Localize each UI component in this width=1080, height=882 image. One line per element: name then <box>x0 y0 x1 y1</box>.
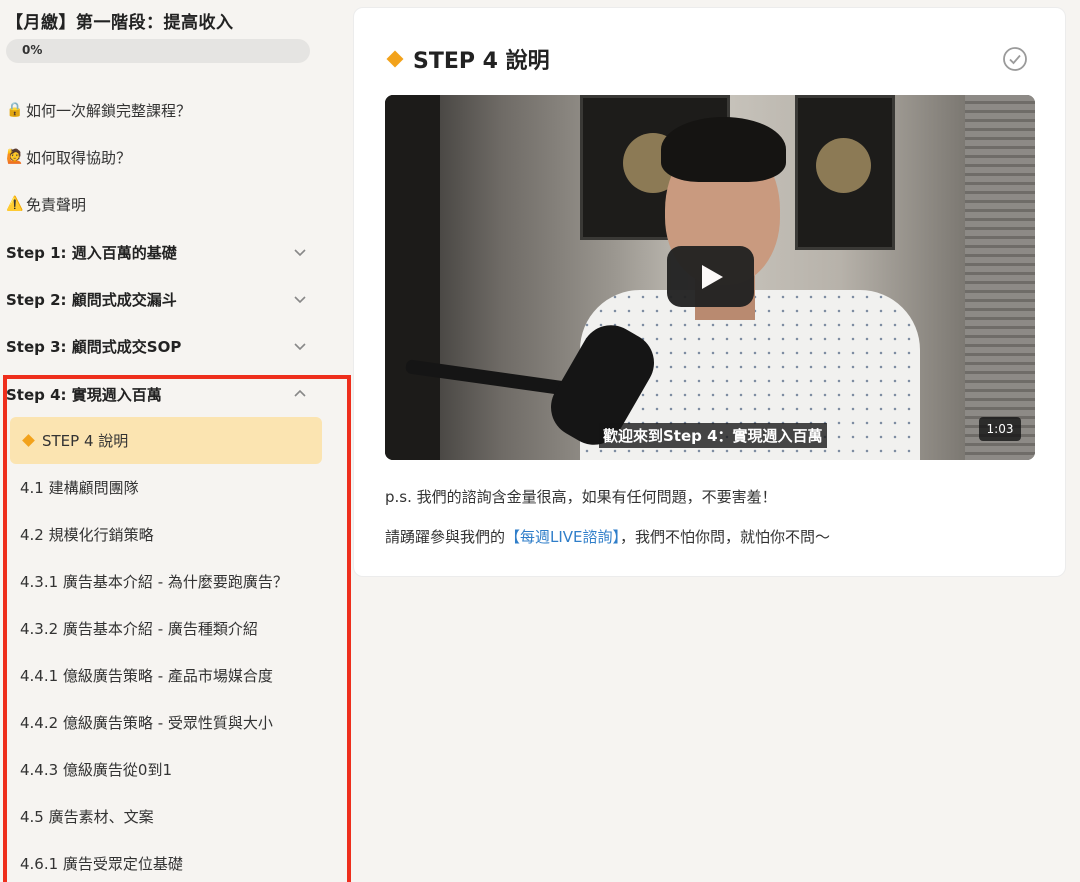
lesson-label: 4.2 規模化行銷策略 <box>20 526 154 544</box>
get-help-label: 如何取得協助？ <box>26 148 132 167</box>
lesson-item-active[interactable]: STEP 4 說明 <box>10 417 322 464</box>
weekly-live-consult-link[interactable]: 【每週LIVE諮詢】 <box>505 528 620 546</box>
lesson-item[interactable]: 4.4.1 億級廣告策略 - 產品市場媒合度 <box>10 652 322 699</box>
lesson-item[interactable]: 4.3.1 廣告基本介紹 - 為什麼要跑廣告？ <box>10 558 322 605</box>
lesson-item[interactable]: 4.4.3 億級廣告從0到1 <box>10 746 322 793</box>
section-step-1-label: Step 1: 週入百萬的基礎 <box>6 243 177 262</box>
lesson-item[interactable]: 4.3.2 廣告基本介紹 - 廣告種類介紹 <box>10 605 322 652</box>
section-step-3[interactable]: Step 3: 顧問式成交SOP <box>6 331 316 361</box>
lesson-item[interactable]: 4.6.1 廣告受眾定位基礎 <box>10 840 322 882</box>
live-consult-paragraph: 請踴躍參與我們的【每週LIVE諮詢】，我們不怕你問，就怕你不問～ <box>385 526 830 547</box>
orange-diamond-icon <box>386 50 404 68</box>
live-consult-text-before: 請踴躍參與我們的 <box>385 528 506 546</box>
lesson-content-card: STEP 4 說明 歡迎來到Step 4：實現週入百萬 1:03 p.s. 我們… <box>353 7 1066 577</box>
chevron-down-icon <box>290 242 310 262</box>
disclaimer-label: 免責聲明 <box>26 195 87 214</box>
disclaimer-link[interactable]: ⚠️ 免責聲明 <box>6 190 86 218</box>
lesson-label: 4.5 廣告素材、文案 <box>20 808 154 826</box>
play-icon <box>702 265 723 289</box>
get-help-link[interactable]: 🙋 如何取得協助？ <box>6 143 131 171</box>
section-step-3-label: Step 3: 顧問式成交SOP <box>6 337 182 356</box>
lesson-title: STEP 4 說明 <box>386 44 550 74</box>
progress-label: 0% <box>22 43 43 57</box>
lesson-label: 4.4.1 億級廣告策略 - 產品市場媒合度 <box>20 667 273 685</box>
lesson-label: 4.3.2 廣告基本介紹 - 廣告種類介紹 <box>20 620 258 638</box>
course-page: 【月繳】第一階段：提高收入 0% 🔒 如何一次解鎖完整課程？ 🙋 如何取得協助？… <box>0 0 1080 882</box>
video-duration: 1:03 <box>979 417 1021 441</box>
lesson-title-text: STEP 4 說明 <box>413 49 550 74</box>
lesson-item[interactable]: 4.4.2 億級廣告策略 - 受眾性質與大小 <box>10 699 322 746</box>
mark-complete-check-icon[interactable] <box>1002 46 1028 72</box>
section-step-4-label: Step 4: 實現週入百萬 <box>6 385 162 404</box>
unlock-course-link[interactable]: 🔒 如何一次解鎖完整課程？ <box>6 96 191 124</box>
chevron-down-icon <box>290 289 310 309</box>
lesson-item[interactable]: 4.2 規模化行銷策略 <box>10 511 322 558</box>
note-paragraph: p.s. 我們的諮詢含金量很高，如果有任何問題，不要害羞！ <box>385 488 777 506</box>
section-step-2-label: Step 2: 顧問式成交漏斗 <box>6 290 177 309</box>
step-4-lesson-list: STEP 4 說明 4.1 建構顧問團隊 4.2 規模化行銷策略 4.3.1 廣… <box>10 417 322 882</box>
lesson-label: 4.1 建構顧問團隊 <box>20 479 139 497</box>
course-sidebar: 【月繳】第一階段：提高收入 0% 🔒 如何一次解鎖完整課程？ 🙋 如何取得協助？… <box>0 0 351 882</box>
chevron-down-icon <box>290 336 310 356</box>
course-title: 【月繳】第一階段：提高收入 <box>6 13 234 33</box>
warning-icon: ⚠️ <box>6 196 24 212</box>
section-step-2[interactable]: Step 2: 顧問式成交漏斗 <box>6 284 316 314</box>
play-button[interactable] <box>667 246 754 307</box>
lesson-label: 4.4.2 億級廣告策略 - 受眾性質與大小 <box>20 714 273 732</box>
lesson-item[interactable]: 4.1 建構顧問團隊 <box>10 464 322 511</box>
lock-icon: 🔒 <box>6 102 24 118</box>
video-player[interactable]: 歡迎來到Step 4：實現週入百萬 1:03 <box>385 95 1035 460</box>
raised-hand-person-icon: 🙋 <box>6 149 24 165</box>
live-consult-text-after: ，我們不怕你問，就怕你不問～ <box>620 528 831 546</box>
lesson-label: STEP 4 說明 <box>42 432 129 450</box>
video-subtitle: 歡迎來到Step 4：實現週入百萬 <box>599 423 827 448</box>
unlock-course-label: 如何一次解鎖完整課程？ <box>26 101 192 120</box>
section-step-1[interactable]: Step 1: 週入百萬的基礎 <box>6 237 316 267</box>
video-scene <box>795 95 895 250</box>
lesson-label: 4.6.1 廣告受眾定位基礎 <box>20 855 183 873</box>
lesson-item[interactable]: 4.5 廣告素材、文案 <box>10 793 322 840</box>
progress-bar: 0% <box>6 39 310 63</box>
lesson-label: 4.3.1 廣告基本介紹 - 為什麼要跑廣告？ <box>20 573 288 591</box>
video-scene <box>661 117 786 182</box>
video-scene <box>385 95 440 460</box>
video-scene <box>965 95 1035 460</box>
section-step-4[interactable]: Step 4: 實現週入百萬 <box>6 379 316 409</box>
lesson-label: 4.4.3 億級廣告從0到1 <box>20 761 173 779</box>
video-scene <box>816 138 871 193</box>
orange-diamond-icon <box>22 434 35 447</box>
chevron-up-icon <box>290 384 310 404</box>
